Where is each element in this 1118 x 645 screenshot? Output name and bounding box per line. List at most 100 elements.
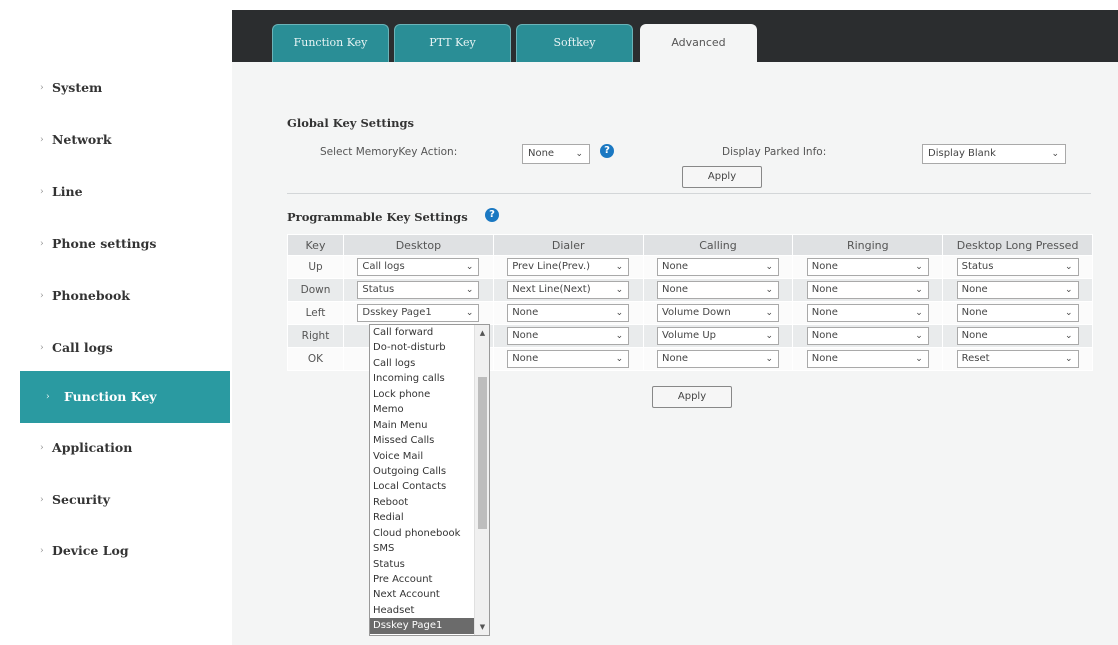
dropdown-option[interactable]: Pre Account [370, 572, 474, 587]
global-apply-button[interactable]: Apply [682, 166, 762, 188]
scrollbar-thumb[interactable] [478, 377, 487, 529]
dropdown-option[interactable]: Local Contacts [370, 479, 474, 494]
memorykey-action-select[interactable]: None ⌄ [522, 144, 590, 164]
column-header-dialer: Dialer [492, 234, 644, 256]
dropdown-option[interactable]: Reboot [370, 495, 474, 510]
sidebar-item-label: Function Key [64, 389, 157, 404]
programmable-apply-button[interactable]: Apply [652, 386, 732, 408]
sidebar-item-call-logs[interactable]: › Call logs [20, 322, 230, 374]
tab-ptt-key[interactable]: PTT Key [394, 24, 511, 62]
long-pressed-select[interactable]: None ⌄ [956, 281, 1079, 299]
sidebar-item-label: Line [52, 184, 83, 199]
chevron-down-icon: ⌄ [765, 354, 773, 364]
select-value: None [961, 284, 988, 295]
select-value: None [661, 353, 689, 364]
ringing-select[interactable]: None ⌄ [806, 281, 929, 299]
dropdown-option[interactable]: Next Account [370, 587, 474, 602]
dropdown-option[interactable]: Memo [370, 402, 474, 417]
dropdown-option[interactable]: Incoming calls [370, 371, 474, 386]
column-header-key: Key [287, 234, 344, 256]
chevron-right-icon: › [40, 291, 44, 301]
dialer-select[interactable]: Prev Line(Prev.) ⌄ [507, 258, 630, 276]
chevron-right-icon: › [40, 83, 44, 93]
key-name: Up [287, 255, 344, 279]
chevron-down-icon: ⌄ [1065, 331, 1073, 341]
sidebar-item-system[interactable]: › System [20, 62, 230, 114]
tab-function-key[interactable]: Function Key [272, 24, 389, 62]
calling-select[interactable]: None ⌄ [656, 281, 779, 299]
ringing-select[interactable]: None ⌄ [806, 350, 929, 368]
sidebar-item-label: Network [52, 132, 112, 147]
desktop-select[interactable]: Status ⌄ [357, 281, 480, 299]
tab-advanced[interactable]: Advanced [640, 24, 757, 62]
select-value: None [512, 330, 539, 341]
scroll-down-arrow-icon[interactable]: ▼ [475, 623, 489, 631]
dropdown-option-selected[interactable]: Dsskey Page1 [370, 618, 474, 634]
long-pressed-select[interactable]: Reset ⌄ [956, 350, 1079, 368]
ringing-select[interactable]: None ⌄ [806, 258, 929, 276]
dropdown-scrollbar[interactable]: ▲ ▼ [474, 325, 489, 635]
desktop-dropdown-list[interactable]: Call forward Do-not-disturb Call logs In… [369, 324, 490, 636]
sidebar-item-function-key[interactable]: › Function Key [20, 371, 230, 423]
divider [287, 193, 1091, 194]
dropdown-option[interactable]: Call forward [370, 325, 474, 340]
dropdown-option[interactable]: Headset [370, 603, 474, 618]
dropdown-option[interactable]: Status [370, 557, 474, 572]
dropdown-option[interactable]: Outgoing Calls [370, 464, 474, 479]
chevron-right-icon: › [40, 343, 44, 353]
desktop-select[interactable]: Dsskey Page1 ⌄ [357, 304, 480, 322]
ringing-select[interactable]: None ⌄ [806, 327, 929, 345]
help-icon[interactable]: ? [485, 208, 499, 222]
dialer-select[interactable]: None ⌄ [507, 350, 630, 368]
dialer-select[interactable]: None ⌄ [507, 304, 630, 322]
long-pressed-select[interactable]: None ⌄ [956, 327, 1079, 345]
sidebar-item-label: System [52, 80, 103, 95]
ringing-select[interactable]: None ⌄ [806, 304, 929, 322]
chevron-right-icon: › [40, 239, 44, 249]
sidebar-item-phonebook[interactable]: › Phonebook [20, 270, 230, 322]
sidebar-item-security[interactable]: › Security [20, 474, 230, 526]
help-icon[interactable]: ? [600, 144, 614, 158]
tab-softkey[interactable]: Softkey [516, 24, 633, 62]
memorykey-action-value: None [528, 148, 555, 159]
column-header-desktop-long-pressed: Desktop Long Pressed [942, 234, 1093, 256]
dropdown-option[interactable]: Main Menu [370, 418, 474, 433]
dialer-select[interactable]: Next Line(Next) ⌄ [507, 281, 630, 299]
calling-select[interactable]: Volume Down ⌄ [656, 304, 779, 322]
dropdown-option[interactable]: SMS [370, 541, 474, 556]
chevron-down-icon: ⌄ [615, 331, 624, 341]
chevron-down-icon: ⌄ [615, 262, 624, 272]
dropdown-option[interactable]: Do-not-disturb [370, 340, 474, 355]
dropdown-option[interactable]: Lock phone [370, 387, 474, 402]
chevron-right-icon: › [40, 135, 44, 145]
calling-select[interactable]: None ⌄ [656, 258, 779, 276]
desktop-select[interactable]: Call logs ⌄ [357, 258, 480, 276]
dropdown-option[interactable]: Voice Mail [370, 449, 474, 464]
sidebar-item-network[interactable]: › Network [20, 114, 230, 166]
dropdown-option[interactable]: Call logs [370, 356, 474, 371]
long-pressed-select[interactable]: None ⌄ [956, 304, 1079, 322]
sidebar-item-phone-settings[interactable]: › Phone settings [20, 218, 230, 270]
scroll-up-arrow-icon[interactable]: ▲ [475, 329, 489, 337]
dropdown-option[interactable]: Redial [370, 510, 474, 525]
select-value: Prev Line(Prev.) [512, 261, 591, 272]
parked-info-value: Display Blank [928, 148, 996, 159]
chevron-right-icon: › [40, 187, 44, 197]
chevron-right-icon: › [40, 495, 44, 505]
sidebar-item-device-log[interactable]: › Device Log [20, 525, 230, 577]
calling-select[interactable]: Volume Up ⌄ [656, 327, 779, 345]
long-pressed-select[interactable]: Status ⌄ [956, 258, 1079, 276]
key-name: Down [287, 278, 344, 302]
sidebar-item-line[interactable]: › Line [20, 166, 230, 218]
dialer-select[interactable]: None ⌄ [507, 327, 630, 345]
dropdown-option[interactable]: Cloud phonebook [370, 526, 474, 541]
sidebar-item-label: Call logs [52, 340, 113, 355]
sidebar-item-label: Phone settings [52, 236, 157, 251]
main-panel: Global Key Settings Select MemoryKey Act… [232, 62, 1118, 645]
chevron-down-icon: ⌄ [915, 262, 923, 272]
dropdown-option[interactable]: Missed Calls [370, 433, 474, 448]
calling-select[interactable]: None ⌄ [656, 350, 779, 368]
table-row: Up Call logs ⌄ Prev Line(Prev.) ⌄ None ⌄ No… [287, 255, 1093, 279]
sidebar-item-application[interactable]: › Application [20, 422, 230, 474]
parked-info-select[interactable]: Display Blank ⌄ [922, 144, 1066, 164]
